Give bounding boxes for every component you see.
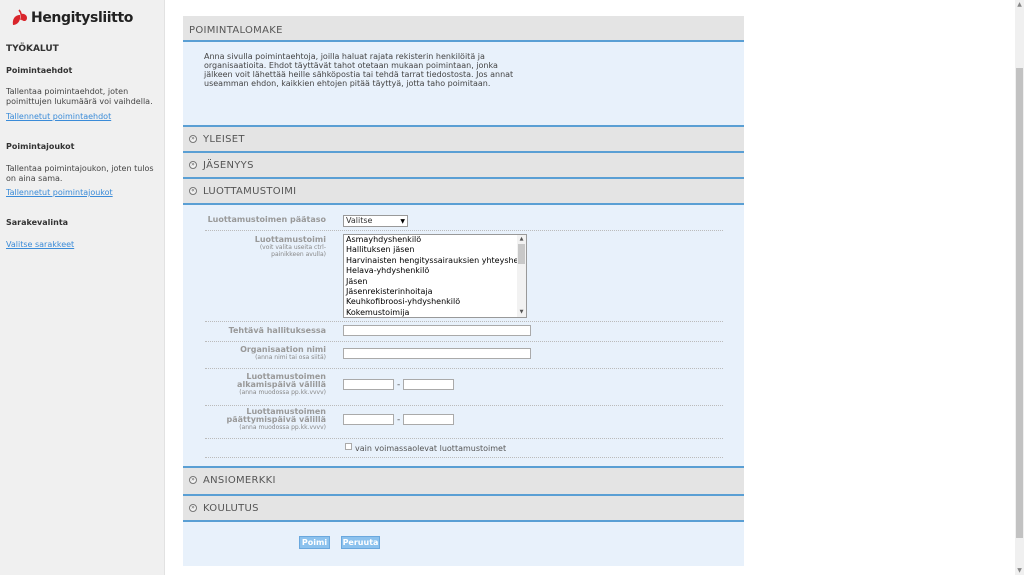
lungs-logo-icon xyxy=(10,8,30,28)
organisaatio-label-text: Organisaation nimi xyxy=(240,345,326,354)
saved-sets-heading: Poimintajoukot xyxy=(6,142,75,151)
row-divider xyxy=(205,230,723,231)
list-option[interactable]: Asmayhdyshenkilö xyxy=(344,235,518,245)
section-label: JÄSENYYS xyxy=(203,160,254,171)
section-ansiomerkki[interactable]: » ANSIOMERKKI xyxy=(183,466,744,494)
logo-text: Hengitysliitto xyxy=(31,10,133,26)
section-luottamustoimi[interactable]: « LUOTTAMUSTOIMI xyxy=(183,177,744,205)
expand-icon: » xyxy=(189,476,197,484)
tools-heading: TYÖKALUT xyxy=(6,44,59,54)
scroll-up-icon[interactable]: ▲ xyxy=(518,236,525,243)
luottamustoimi-listbox[interactable]: Asmayhdyshenkilö Hallituksen jäsen Harvi… xyxy=(343,234,527,318)
expand-icon: » xyxy=(189,135,197,143)
panel-title: POIMINTALOMAKE xyxy=(189,25,283,36)
intro-text: Anna sivulla poimintaehtoja, joilla halu… xyxy=(204,52,514,88)
active-only-checkbox[interactable] xyxy=(345,443,352,450)
paattymis-label: Luottamustoimen päättymispäivä välillä (… xyxy=(216,407,326,432)
paataso-selected-value: Valitse xyxy=(346,216,373,225)
saved-sets-description: Tallentaa poimintajoukon, joten tulos on… xyxy=(6,164,154,183)
list-option[interactable]: Helava-yhdyshenkilö xyxy=(344,266,518,276)
selection-form-panel: POIMINTALOMAKE Anna sivulla poimintaehto… xyxy=(183,16,744,566)
alkamis-label-text: Luottamustoimen alkamispäivä välillä xyxy=(237,372,326,389)
listbox-scrollbar[interactable]: ▲ ▼ xyxy=(517,235,526,317)
select-columns-link[interactable]: Valitse sarakkeet xyxy=(6,240,74,249)
list-option[interactable]: Jäsenrekisterinhoitaja xyxy=(344,287,518,297)
organisaatio-label: Organisaation nimi (anna nimi tai osa si… xyxy=(240,345,326,362)
section-jasenyys[interactable]: » JÄSENYYS xyxy=(183,151,744,177)
logo[interactable]: Hengitysliitto xyxy=(10,8,133,28)
scroll-down-icon[interactable]: ▼ xyxy=(518,309,525,316)
paataso-label-text: Luottamustoimen päätaso xyxy=(207,215,326,224)
list-option[interactable]: Harvinaisten hengityssairauksien yhteysh… xyxy=(344,256,518,266)
page-scroll-thumb[interactable] xyxy=(1016,68,1023,538)
panel-header: POIMINTALOMAKE xyxy=(183,16,744,42)
list-option[interactable]: Jäsen xyxy=(344,277,518,287)
peruuta-button[interactable]: Peruuta xyxy=(341,536,380,549)
paattymis-start-date-input[interactable] xyxy=(343,414,394,425)
organisaatio-input[interactable] xyxy=(343,348,531,359)
scroll-down-icon[interactable]: ▼ xyxy=(1016,567,1023,574)
section-koulutus[interactable]: » KOULUTUS xyxy=(183,494,744,522)
dropdown-arrow-icon: ▼ xyxy=(400,218,405,225)
column-selection-heading: Sarakevalinta xyxy=(6,218,69,227)
collapse-icon: « xyxy=(189,187,197,195)
listbox-scroll-thumb[interactable] xyxy=(518,244,525,264)
alkamis-start-date-input[interactable] xyxy=(343,379,394,390)
saved-criteria-link[interactable]: Tallennetut poimintaehdot xyxy=(6,112,111,121)
organisaatio-hint: (anna nimi tai osa siitä) xyxy=(255,354,326,361)
tehtava-label-text: Tehtävä hallituksessa xyxy=(228,326,326,335)
range-separator: - xyxy=(397,380,401,390)
page-scrollbar[interactable]: ▲ ▼ xyxy=(1015,0,1024,575)
alkamis-end-date-input[interactable] xyxy=(403,379,454,390)
list-option[interactable]: Kokemustoimija xyxy=(344,308,518,317)
sidebar: Hengitysliitto TYÖKALUT Poimintaehdot Ta… xyxy=(0,0,165,575)
section-label: YLEISET xyxy=(203,134,245,145)
section-yleiset[interactable]: » YLEISET xyxy=(183,125,744,151)
paattymis-end-date-input[interactable] xyxy=(403,414,454,425)
paataso-label: Luottamustoimen päätaso xyxy=(208,216,326,224)
paataso-select[interactable]: Valitse ▼ xyxy=(343,215,408,227)
luottamustoimi-hint: (voit valita useita ctrl-painikkeen avul… xyxy=(259,244,326,258)
saved-criteria-heading: Poimintaehdot xyxy=(6,66,73,75)
luottamustoimi-label-text: Luottamustoimi xyxy=(254,235,326,244)
paattymis-hint: (anna muodossa pp.kk.vvvv) xyxy=(239,424,326,431)
luottamustoimi-label: Luottamustoimi (voit valita useita ctrl-… xyxy=(252,235,326,259)
saved-criteria-description: Tallentaa poimintaehdot, joten poimittuj… xyxy=(6,87,153,106)
scroll-up-icon[interactable]: ▲ xyxy=(1016,1,1023,8)
section-label: ANSIOMERKKI xyxy=(203,475,276,486)
range-separator: - xyxy=(397,415,401,425)
row-divider xyxy=(205,368,723,369)
tehtava-input[interactable] xyxy=(343,325,531,336)
row-divider xyxy=(205,457,723,458)
alkamis-hint: (anna muodossa pp.kk.vvvv) xyxy=(239,389,326,396)
saved-sets-link[interactable]: Tallennetut poimintajoukot xyxy=(6,188,113,197)
row-divider xyxy=(205,321,723,322)
row-divider xyxy=(205,405,723,406)
section-label: LUOTTAMUSTOIMI xyxy=(203,186,297,197)
tehtava-label: Tehtävä hallituksessa xyxy=(229,327,326,335)
poimi-button[interactable]: Poimi xyxy=(299,536,330,549)
row-divider xyxy=(205,341,723,342)
paattymis-label-text: Luottamustoimen päättymispäivä välillä xyxy=(226,407,326,424)
section-label: KOULUTUS xyxy=(203,503,259,514)
row-divider xyxy=(205,438,723,439)
expand-icon: » xyxy=(189,504,197,512)
list-option[interactable]: Hallituksen jäsen xyxy=(344,245,518,255)
alkamis-label: Luottamustoimen alkamispäivä välillä (an… xyxy=(216,372,326,397)
expand-icon: » xyxy=(189,161,197,169)
list-option[interactable]: Keuhkofibroosi-yhdyshenkilö xyxy=(344,297,518,307)
active-only-label: vain voimassaolevat luottamustoimet xyxy=(355,444,507,453)
